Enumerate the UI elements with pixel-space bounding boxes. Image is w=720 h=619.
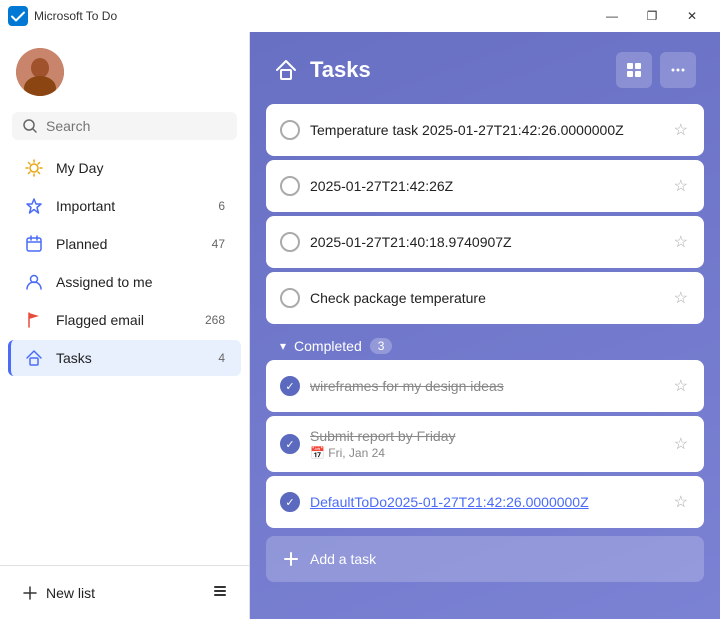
task-complete-button[interactable] <box>280 232 300 252</box>
main-header: Tasks <box>250 32 720 104</box>
completed-task-item: wireframes for my design ideas ☆ <box>266 360 704 412</box>
new-list-button[interactable]: New list <box>16 579 207 607</box>
sidebar-item-tasks[interactable]: Tasks 4 <box>8 340 241 376</box>
flagged-count: 268 <box>205 313 225 327</box>
completed-section: ▾ Completed 3 wireframes for my design i… <box>266 332 704 528</box>
completed-task-item: DefaultToDo2025-01-27T21:42:26.0000000Z … <box>266 476 704 528</box>
sidebar-footer: New list <box>0 565 249 619</box>
star-button[interactable]: ☆ <box>672 286 690 310</box>
home-icon <box>24 348 44 368</box>
task-label: 2025-01-27T21:40:18.9740907Z <box>310 234 662 250</box>
sidebar-item-important[interactable]: Important 6 <box>8 188 241 224</box>
completed-task-item: Submit report by Friday 📅 Fri, Jan 24 ☆ <box>266 416 704 472</box>
sidebar-item-label: My Day <box>56 160 225 176</box>
grid-icon <box>625 61 643 79</box>
sidebar-item-planned[interactable]: Planned 47 <box>8 226 241 262</box>
important-count: 6 <box>218 199 225 213</box>
star-button[interactable]: ☆ <box>672 174 690 198</box>
tasks-home-icon <box>274 58 298 82</box>
task-complete-button[interactable] <box>280 176 300 196</box>
task-label: Check package temperature <box>310 290 662 306</box>
sidebar-item-my-day[interactable]: My Day <box>8 150 241 186</box>
task-label: Temperature task 2025-01-27T21:42:26.000… <box>310 122 662 138</box>
sidebar-item-label: Assigned to me <box>56 274 225 290</box>
task-item: 2025-01-27T21:40:18.9740907Z ☆ <box>266 216 704 268</box>
task-label[interactable]: DefaultToDo2025-01-27T21:42:26.0000000Z <box>310 494 662 510</box>
task-complete-button[interactable] <box>280 492 300 512</box>
star-button[interactable]: ☆ <box>672 432 690 456</box>
star-button[interactable]: ☆ <box>672 490 690 514</box>
completed-label: Completed <box>294 338 362 354</box>
search-box[interactable] <box>12 112 237 140</box>
task-due-date: 📅 Fri, Jan 24 <box>310 446 662 460</box>
add-task-button[interactable]: Add a task <box>266 536 704 582</box>
task-item: Temperature task 2025-01-27T21:42:26.000… <box>266 104 704 156</box>
sidebar-settings-button[interactable] <box>207 578 233 607</box>
add-task-label: Add a task <box>310 551 376 567</box>
app-logo <box>8 6 28 26</box>
sidebar: My Day Important 6 <box>0 32 250 619</box>
star-button[interactable]: ☆ <box>672 230 690 254</box>
tasks-container: Temperature task 2025-01-27T21:42:26.000… <box>250 104 720 619</box>
plus-add-icon <box>282 550 300 568</box>
task-text-group: Submit report by Friday 📅 Fri, Jan 24 <box>310 428 662 460</box>
sidebar-item-flagged[interactable]: Flagged email 268 <box>8 302 241 338</box>
task-complete-button[interactable] <box>280 434 300 454</box>
more-options-button[interactable] <box>660 52 696 88</box>
page-title: Tasks <box>310 57 604 83</box>
task-label: 2025-01-27T21:42:26Z <box>310 178 662 194</box>
ellipsis-icon <box>669 61 687 79</box>
plus-icon <box>22 585 38 601</box>
sidebar-item-label: Planned <box>56 236 200 252</box>
calendar-icon <box>24 234 44 254</box>
new-list-label: New list <box>46 585 95 601</box>
person-icon <box>24 272 44 292</box>
maximize-button[interactable]: ❐ <box>632 1 672 31</box>
nav-list: My Day Important 6 <box>0 148 249 565</box>
star-button[interactable]: ☆ <box>672 118 690 142</box>
search-icon <box>22 118 38 134</box>
task-complete-button[interactable] <box>280 120 300 140</box>
avatar-section <box>0 32 249 112</box>
search-input[interactable] <box>46 118 227 134</box>
task-complete-button[interactable] <box>280 376 300 396</box>
task-complete-button[interactable] <box>280 288 300 308</box>
close-button[interactable]: ✕ <box>672 1 712 31</box>
sidebar-item-label: Important <box>56 198 206 214</box>
star-icon <box>24 196 44 216</box>
title-bar: Microsoft To Do — ❐ ✕ <box>0 0 720 32</box>
title-bar-left: Microsoft To Do <box>8 6 117 26</box>
header-actions <box>616 52 696 88</box>
task-label: wireframes for my design ideas <box>310 378 662 394</box>
completed-toggle[interactable]: ▾ Completed 3 <box>266 332 704 360</box>
task-label: Submit report by Friday <box>310 428 662 444</box>
star-button[interactable]: ☆ <box>672 374 690 398</box>
window-controls: — ❐ ✕ <box>592 1 712 31</box>
app-title: Microsoft To Do <box>34 9 117 23</box>
settings-icon <box>211 582 229 600</box>
tasks-count: 4 <box>218 351 225 365</box>
sidebar-item-assigned[interactable]: Assigned to me <box>8 264 241 300</box>
avatar[interactable] <box>16 48 64 96</box>
chevron-icon: ▾ <box>280 339 286 353</box>
sun-icon <box>24 158 44 178</box>
flag-icon <box>24 310 44 330</box>
sidebar-item-label: Flagged email <box>56 312 193 328</box>
planned-count: 47 <box>212 237 225 251</box>
view-toggle-button[interactable] <box>616 52 652 88</box>
app-body: My Day Important 6 <box>0 32 720 619</box>
main-content: Tasks <box>250 32 720 619</box>
completed-count: 3 <box>370 338 393 354</box>
minimize-button[interactable]: — <box>592 1 632 31</box>
task-item: 2025-01-27T21:42:26Z ☆ <box>266 160 704 212</box>
task-item: Check package temperature ☆ <box>266 272 704 324</box>
sidebar-item-label: Tasks <box>56 350 206 366</box>
